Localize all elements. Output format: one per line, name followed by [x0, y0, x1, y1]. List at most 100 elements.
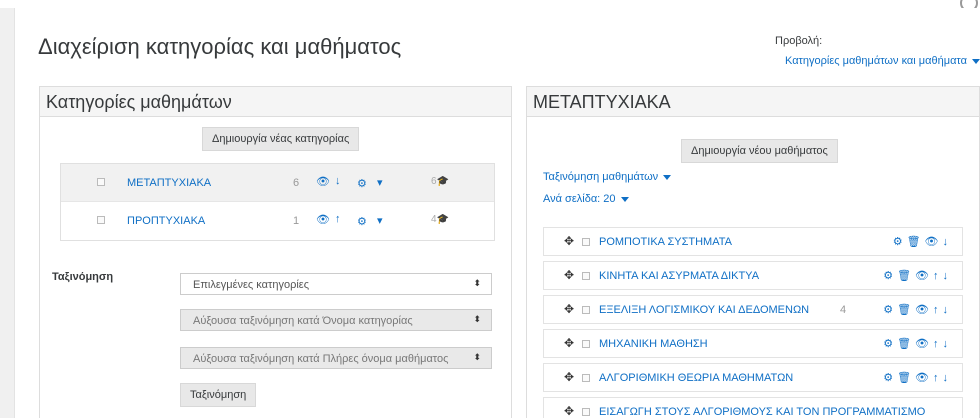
- category-name[interactable]: ΠΡΟΠΤΥΧΙΑΚΑ: [127, 215, 205, 227]
- gear-icon[interactable]: ⚙: [357, 177, 367, 190]
- course-actions[interactable]: ⚙🗑👁↓: [893, 235, 952, 248]
- gear-icon[interactable]: ⚙: [883, 338, 897, 350]
- category-checkbox[interactable]: [97, 178, 105, 186]
- course-item[interactable]: ✥ ΡΟΜΠΟΤΙΚΑ ΣΥΣΤΗΜΑΤΑ ⚙🗑👁↓: [543, 227, 963, 256]
- category-name[interactable]: ΜΕΤΑΠΤΥΧΙΑΚΑ: [127, 177, 211, 189]
- caret-down-icon: [620, 196, 629, 202]
- gear-icon[interactable]: ⚙: [357, 215, 367, 228]
- view-label: Προβολή:: [775, 35, 823, 47]
- course-checkbox[interactable]: [582, 340, 590, 348]
- course-name[interactable]: ΜΗΧΑΝΙΚΗ ΜΑΘΗΣΗ: [599, 338, 708, 350]
- course-name[interactable]: ΚΙΝΗΤΑ ΚΑΙ ΑΣΥΡΜΑΤΑ ΔΙΚΤΥΑ: [599, 270, 759, 282]
- arrow-up-icon[interactable]: ↑: [335, 213, 341, 225]
- course-count: 6: [431, 176, 437, 187]
- sort-label: Ταξινόμηση: [52, 271, 114, 283]
- course-name[interactable]: ΑΛΓΟΡΙΘΜΙΚΗ ΘΕΩΡΙΑ ΜΑΘΗΜΑΤΩΝ: [599, 372, 793, 384]
- eye-icon[interactable]: 👁: [925, 236, 943, 248]
- move-icon[interactable]: ✥: [564, 336, 574, 350]
- sort-button[interactable]: Ταξινόμηση: [180, 383, 257, 407]
- course-checkbox[interactable]: [582, 272, 590, 280]
- top-bar: [0, 0, 980, 8]
- course-checkbox[interactable]: [582, 408, 590, 416]
- trash-icon[interactable]: 🗑: [907, 236, 925, 248]
- course-checkbox[interactable]: [582, 238, 590, 246]
- move-icon[interactable]: ✥: [564, 370, 574, 384]
- move-icon[interactable]: ✥: [564, 234, 574, 248]
- sort-categories-value: Αύξουσα ταξινόμηση κατά Όνομα κατηγορίας: [193, 315, 413, 327]
- course-item[interactable]: ✥ ΑΛΓΟΡΙΘΜΙΚΗ ΘΕΩΡΙΑ ΜΑΘΗΜΑΤΩΝ ⚙🗑👁↑↓: [543, 363, 963, 392]
- arrow-down-icon[interactable]: ↓: [335, 175, 341, 187]
- course-actions[interactable]: ⚙🗑👁↑↓: [883, 303, 952, 316]
- eye-icon[interactable]: 👁: [316, 175, 330, 188]
- eye-icon[interactable]: 👁: [316, 213, 330, 226]
- move-icon[interactable]: ✥: [564, 404, 574, 418]
- chevron-down-icon[interactable]: ▾: [377, 176, 383, 189]
- trash-icon[interactable]: 🗑: [897, 304, 915, 316]
- course-item[interactable]: ✥ ΕΞΕΛΙΞΗ ΛΟΓΙΣΜΙΚΟΥ ΚΑΙ ΔΕΔΟΜΕΝΩΝ 4 ⚙🗑👁…: [543, 295, 963, 324]
- select-arrows-icon: ⬍: [473, 352, 481, 362]
- sort-courses-label: Ταξινόμηση μαθημάτων: [543, 171, 659, 183]
- course-checkbox[interactable]: [582, 374, 590, 382]
- move-icon[interactable]: ✥: [564, 268, 574, 282]
- eye-icon[interactable]: 👁: [915, 270, 933, 282]
- sort-scope-value: Επιλεγμένες κατηγορίες: [193, 279, 309, 291]
- course-item[interactable]: ✥ ΚΙΝΗΤΑ ΚΑΙ ΑΣΥΡΜΑΤΑ ΔΙΚΤΥΑ ⚙🗑👁↑↓: [543, 261, 963, 290]
- subcategory-count: 6: [293, 177, 300, 189]
- chevron-down-icon[interactable]: ▾: [377, 214, 383, 227]
- category-checkbox[interactable]: [97, 216, 105, 224]
- sort-scope-select[interactable]: Επιλεγμένες κατηγορίες ⬍: [180, 273, 492, 295]
- sort-courses-select: Αύξουσα ταξινόμηση κατά Πλήρες όνομα μαθ…: [180, 347, 492, 369]
- arrow-up-icon[interactable]: ↑: [933, 304, 943, 316]
- page-title: Διαχείριση κατηγορίας και μαθήματος: [38, 34, 402, 59]
- course-item[interactable]: ✥ ΜΗΧΑΝΙΚΗ ΜΑΘΗΣΗ ⚙🗑👁↑↓: [543, 329, 963, 358]
- course-count: 4: [840, 304, 847, 316]
- create-course-button[interactable]: Δημιουργία νέου μαθήματος: [681, 139, 838, 163]
- arrow-up-icon[interactable]: ↑: [933, 338, 943, 350]
- gear-icon[interactable]: ⚙: [883, 372, 897, 384]
- category-row[interactable]: ΠΡΟΠΤΥΧΙΑΚΑ 1 👁 ↑ ⚙ ▾ 4🎓: [61, 202, 494, 240]
- course-actions[interactable]: ⚙🗑👁↑↓: [883, 337, 952, 350]
- caret-down-icon: [971, 58, 980, 64]
- arrow-down-icon[interactable]: ↓: [943, 270, 953, 282]
- arrow-down-icon[interactable]: ↓: [943, 338, 953, 350]
- course-checkbox[interactable]: [582, 306, 590, 314]
- eye-icon[interactable]: 👁: [915, 372, 933, 384]
- course-name[interactable]: ΕΙΣΑΓΩΓΗ ΣΤΟΥΣ ΑΛΓΟΡΙΘΜΟΥΣ ΚΑΙ ΤΟΝ ΠΡΟΓΡ…: [599, 406, 925, 418]
- trash-icon[interactable]: 🗑: [897, 372, 915, 384]
- course-item[interactable]: ✥ ΕΙΣΑΓΩΓΗ ΣΤΟΥΣ ΑΛΓΟΡΙΘΜΟΥΣ ΚΑΙ ΤΟΝ ΠΡΟ…: [543, 397, 963, 418]
- courses-panel: ΜΕΤΑΠΤΥΧΙΑΚΑ Δημιουργία νέου μαθήματος Τ…: [526, 86, 980, 418]
- trash-icon[interactable]: 🗑: [897, 270, 915, 282]
- per-page-label: Ανά σελίδα: 20: [543, 193, 616, 205]
- gear-icon[interactable]: ⚙: [883, 270, 897, 282]
- left-rail: [0, 8, 14, 418]
- course-name[interactable]: ΡΟΜΠΟΤΙΚΑ ΣΥΣΤΗΜΑΤΑ: [599, 236, 732, 248]
- trash-icon[interactable]: 🗑: [897, 338, 915, 350]
- course-actions[interactable]: ⚙🗑👁↑↓: [883, 269, 952, 282]
- categories-panel: Κατηγορίες μαθημάτων Δημιουργία νέας κατ…: [39, 86, 512, 418]
- course-list: ✥ ΡΟΜΠΟΤΙΚΑ ΣΥΣΤΗΜΑΤΑ ⚙🗑👁↓ ✥ ΚΙΝΗΤΑ ΚΑΙ …: [543, 227, 963, 418]
- caret-down-icon: [663, 174, 672, 180]
- categories-heading: Κατηγορίες μαθημάτων: [40, 87, 511, 117]
- create-category-button[interactable]: Δημιουργία νέας κατηγορίας: [202, 127, 360, 151]
- subcategory-count: 1: [293, 215, 300, 227]
- view-mode-dropdown[interactable]: Κατηγορίες μαθημάτων και μαθήματα: [785, 55, 980, 67]
- move-icon[interactable]: ✥: [564, 302, 574, 316]
- course-actions[interactable]: ⚙🗑👁↑↓: [883, 371, 952, 384]
- course-count-icon: 4🎓: [431, 214, 450, 225]
- arrow-down-icon[interactable]: ↓: [943, 304, 953, 316]
- courses-heading: ΜΕΤΑΠΤΥΧΙΑΚΑ: [527, 87, 979, 117]
- category-list: ΜΕΤΑΠΤΥΧΙΑΚΑ 6 👁 ↓ ⚙ ▾ 6🎓 ΠΡΟΠΤΥΧΙΑΚΑ 1 …: [60, 163, 495, 241]
- eye-icon[interactable]: 👁: [915, 304, 933, 316]
- arrow-up-icon[interactable]: ↑: [933, 372, 943, 384]
- sort-courses-dropdown[interactable]: Ταξινόμηση μαθημάτων: [543, 171, 672, 183]
- arrow-down-icon[interactable]: ↓: [943, 372, 953, 384]
- gear-icon[interactable]: ⚙: [893, 236, 907, 248]
- eye-icon[interactable]: 👁: [915, 338, 933, 350]
- arrow-down-icon[interactable]: ↓: [943, 236, 953, 248]
- per-page-dropdown[interactable]: Ανά σελίδα: 20: [543, 193, 629, 205]
- arrow-up-icon[interactable]: ↑: [933, 270, 943, 282]
- sort-courses-value: Αύξουσα ταξινόμηση κατά Πλήρες όνομα μαθ…: [193, 353, 449, 365]
- course-name[interactable]: ΕΞΕΛΙΞΗ ΛΟΓΙΣΜΙΚΟΥ ΚΑΙ ΔΕΔΟΜΕΝΩΝ: [599, 304, 809, 316]
- gear-icon[interactable]: ⚙: [883, 304, 897, 316]
- category-row[interactable]: ΜΕΤΑΠΤΥΧΙΑΚΑ 6 👁 ↓ ⚙ ▾ 6🎓: [61, 164, 494, 202]
